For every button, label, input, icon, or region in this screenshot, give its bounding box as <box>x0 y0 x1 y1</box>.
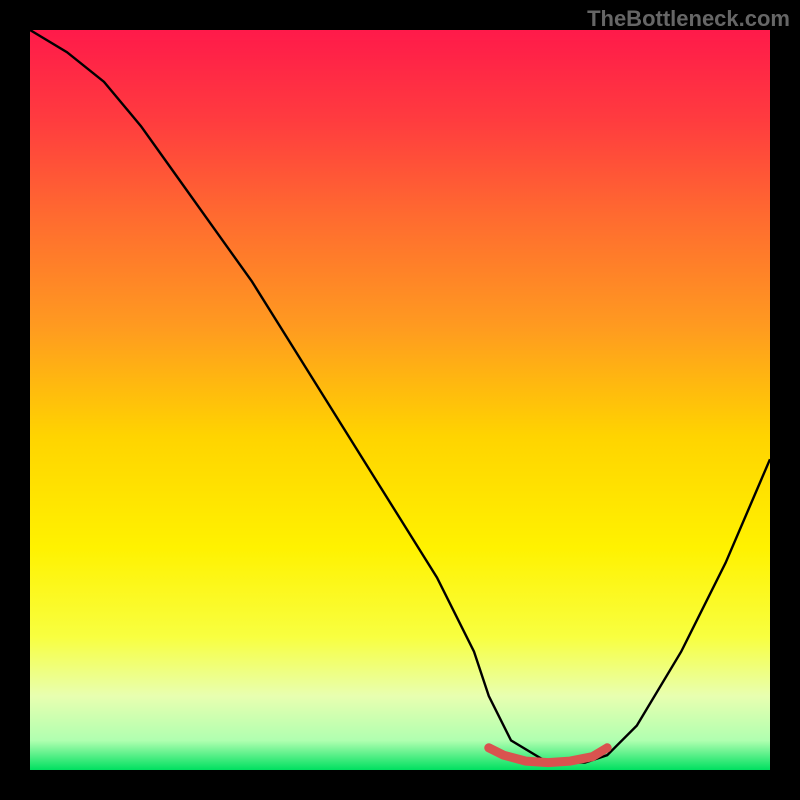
chart-container: TheBottleneck.com <box>0 0 800 800</box>
watermark-text: TheBottleneck.com <box>587 6 790 32</box>
gradient-background <box>30 30 770 770</box>
chart-svg <box>30 30 770 770</box>
plot-area <box>30 30 770 770</box>
